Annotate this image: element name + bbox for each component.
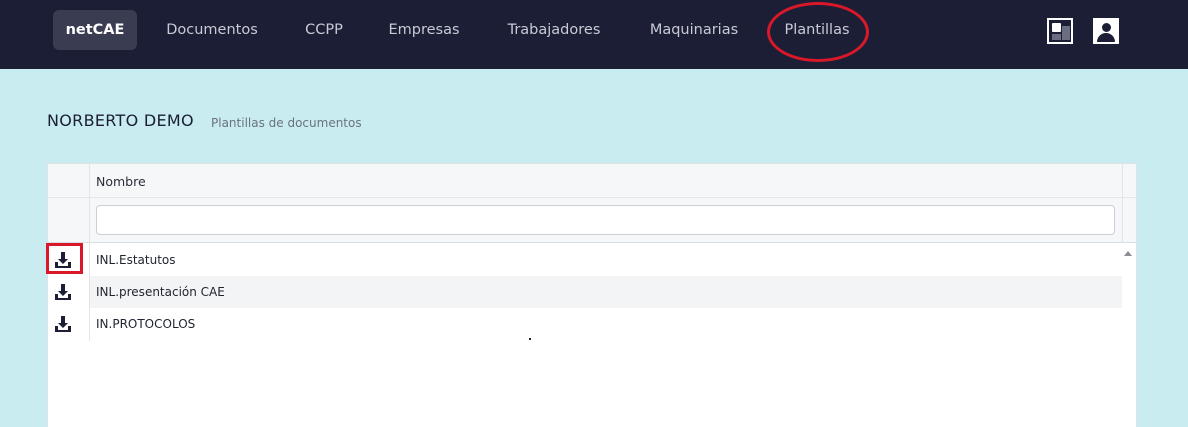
- top-navbar: netCAE Documentos CCPP Empresas Trabajad…: [0, 0, 1188, 69]
- nav-empresas[interactable]: Empresas: [374, 10, 474, 50]
- table-row[interactable]: INL.presentación CAE: [90, 276, 1122, 308]
- row-name: INL.presentación CAE: [96, 285, 225, 299]
- row-name: INL.Estatutos: [96, 253, 176, 267]
- grid-filter-row: [48, 198, 1136, 243]
- table-row[interactable]: IN.PROTOCOLOS: [90, 308, 1122, 340]
- brand-link[interactable]: netCAE: [53, 10, 137, 50]
- table-row[interactable]: INL.Estatutos: [90, 244, 1122, 276]
- download-highlight-box: [46, 243, 83, 274]
- scroll-up-arrow-icon[interactable]: [1124, 251, 1132, 256]
- templates-grid: Nombre INL.Estatutos INL.presentación CA…: [47, 163, 1137, 427]
- download-icon[interactable]: [54, 315, 72, 333]
- apps-icon[interactable]: [1047, 18, 1073, 44]
- column-divider: [89, 164, 90, 243]
- download-icon[interactable]: [54, 283, 72, 301]
- nav-maquinarias[interactable]: Maquinarias: [636, 10, 752, 50]
- page-subtitle: Plantillas de documentos: [211, 116, 362, 130]
- user-icon[interactable]: [1093, 18, 1119, 44]
- page-title: NORBERTO DEMO: [47, 111, 194, 130]
- column-divider: [1122, 164, 1123, 243]
- nav-trabajadores[interactable]: Trabajadores: [492, 10, 616, 50]
- plantillas-highlight-circle: [767, 2, 869, 62]
- nav-documentos[interactable]: Documentos: [152, 10, 272, 50]
- cursor-dot: [529, 338, 531, 340]
- grid-header-row: Nombre: [48, 164, 1136, 198]
- column-header-nombre[interactable]: Nombre: [96, 174, 146, 189]
- row-name: IN.PROTOCOLOS: [96, 317, 196, 331]
- nombre-filter-input[interactable]: [96, 205, 1115, 235]
- nav-ccpp[interactable]: CCPP: [292, 10, 356, 50]
